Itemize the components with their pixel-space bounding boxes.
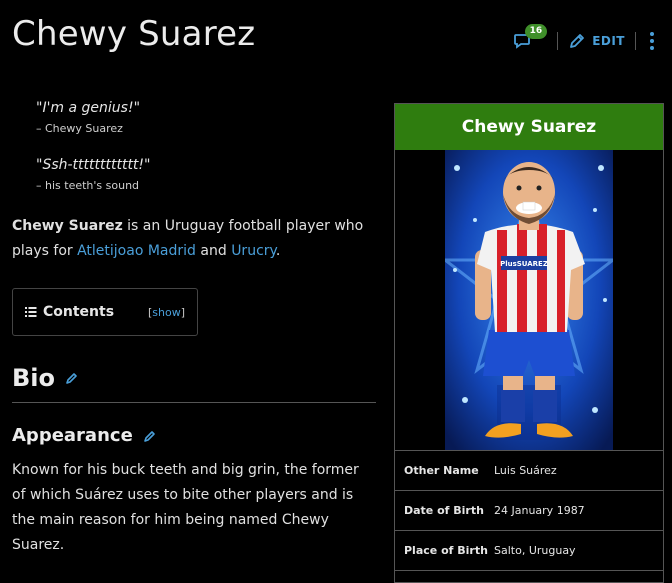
section-heading-bio: Bio bbox=[12, 364, 376, 392]
section-heading-appearance: Appearance bbox=[12, 425, 376, 446]
infobox-value: Salto, Uruguay bbox=[494, 544, 576, 557]
infobox-value: 24 January 1987 bbox=[494, 504, 585, 517]
intro-text: . bbox=[275, 243, 281, 259]
pencil-icon bbox=[570, 34, 585, 48]
more-options-button[interactable] bbox=[646, 32, 658, 50]
infobox-label: Other Name bbox=[404, 464, 479, 477]
page-title: Chewy Suarez bbox=[12, 14, 256, 54]
character-portrait-image: PlusSUAREZ bbox=[445, 150, 613, 450]
infobox-image[interactable]: PlusSUAREZ bbox=[395, 150, 663, 451]
quote-text: "Ssh-tttttttttttt!" bbox=[36, 157, 151, 173]
more-dot-icon bbox=[650, 46, 654, 50]
toc-toggle: [show] bbox=[148, 306, 185, 319]
list-icon bbox=[25, 307, 37, 317]
page-actions: 16 EDIT bbox=[507, 22, 658, 60]
divider bbox=[557, 32, 559, 50]
toc-title: Contents bbox=[43, 304, 115, 320]
infobox-title: Chewy Suarez bbox=[395, 104, 663, 150]
subsection-title: Appearance bbox=[12, 425, 133, 446]
infobox-value: Luis Suárez bbox=[494, 464, 557, 477]
quote-source: – his teeth's sound bbox=[36, 179, 140, 192]
infobox-row: Other Name Luis Suárez bbox=[395, 451, 663, 491]
comments-button[interactable]: 16 bbox=[507, 24, 548, 56]
quote-text: "I'm a genius!" bbox=[36, 100, 141, 116]
edit-section-icon[interactable] bbox=[65, 371, 79, 385]
shirt-sponsor-text: PlusSUAREZ bbox=[500, 260, 548, 268]
intro-paragraph: Chewy Suarez is an Uruguay football play… bbox=[12, 214, 376, 264]
quote-source: – Chewy Suarez bbox=[36, 122, 123, 135]
quote-block: "Ssh-tttttttttttt!" – his teeth's sound bbox=[36, 157, 376, 192]
infobox-row: Date of Birth 24 January 1987 bbox=[395, 491, 663, 531]
toc-bracket: ] bbox=[180, 305, 185, 319]
more-dot-icon bbox=[650, 39, 654, 43]
table-of-contents: Contents [show] bbox=[12, 288, 198, 336]
divider bbox=[635, 32, 636, 50]
subject-name: Chewy Suarez bbox=[12, 218, 123, 234]
section-divider bbox=[12, 402, 376, 403]
infobox: Chewy Suarez PlusSUAREZ Other Name Luis … bbox=[394, 103, 664, 583]
article-content: "I'm a genius!" – Chewy Suarez "Ssh-tttt… bbox=[12, 100, 376, 558]
edit-button[interactable]: EDIT bbox=[568, 32, 625, 50]
club-link[interactable]: Atletijoao Madrid bbox=[77, 243, 196, 259]
edit-section-icon[interactable] bbox=[143, 429, 157, 443]
comment-count-badge: 16 bbox=[524, 24, 548, 39]
infobox-label: Date of Birth bbox=[404, 504, 484, 517]
section-title: Bio bbox=[12, 364, 56, 392]
appearance-paragraph: Known for his buck teeth and big grin, t… bbox=[12, 462, 359, 553]
toc-show-link[interactable]: show bbox=[152, 306, 180, 319]
infobox-label: Place of Birth bbox=[404, 544, 488, 557]
edit-label: EDIT bbox=[592, 34, 625, 48]
more-dot-icon bbox=[650, 32, 654, 36]
intro-text: and bbox=[195, 243, 232, 259]
infobox-row: Place of Birth Salto, Uruguay bbox=[395, 531, 663, 571]
country-link[interactable]: Urucry bbox=[231, 243, 276, 259]
quote-block: "I'm a genius!" – Chewy Suarez bbox=[36, 100, 376, 135]
